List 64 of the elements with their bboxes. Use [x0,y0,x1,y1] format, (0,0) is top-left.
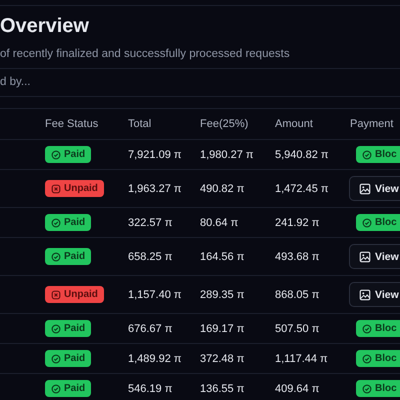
column-header: Fee Status [45,118,100,130]
check-circle-icon [362,354,372,364]
table-cell-text: 409.64 π [275,382,320,394]
image-icon [359,182,371,194]
status-badge: Paid [45,248,92,265]
table-cell-text: 372.48 π [200,352,246,364]
block-badge: Bloc [356,380,400,397]
table-cell-text: 1,117.44 π [275,352,329,364]
block-badge: Bloc [356,320,400,337]
status-badge: Unpaid [45,286,104,303]
check-circle-icon [362,384,372,394]
check-circle-icon [362,218,372,228]
column-header: Amount [275,118,314,130]
status-badge: Paid [45,320,92,337]
table-cell-text: 5,940.82 π [275,148,330,160]
table-cell-text: 136.55 π [200,382,246,394]
image-icon [359,288,371,300]
status-badge: Paid [45,214,92,231]
column-header: Payment [350,118,394,130]
page-title: Overview [0,14,90,38]
table-cell-text: 868.05 π [275,288,320,300]
check-circle-icon [51,252,61,262]
x-square-icon [51,184,61,194]
table-cell-text: 7,921.09 π [128,148,182,160]
block-badge: Bloc [356,350,400,367]
view-button[interactable]: View [349,176,400,201]
view-button[interactable]: View [349,282,400,307]
x-square-icon [51,290,61,300]
image-icon [359,250,371,262]
table-cell-text: 1,963.27 π [128,182,182,194]
table-cell-text: 1,472.45 π [275,182,330,194]
status-badge: Paid [45,350,92,367]
table-cell-text: 493.68 π [275,250,320,262]
table-cell-text: 490.82 π [200,182,246,194]
table-cell-text: 322.57 π [128,216,174,228]
status-badge: Unpaid [45,180,104,197]
block-badge: Bloc [356,214,400,231]
status-badge: Paid [45,146,92,163]
sort-dropdown[interactable]: d by... [0,69,400,96]
table-cell-text: 289.35 π [200,288,246,300]
page-subtitle: of recently finalized and successfully processed requests [0,48,291,60]
column-header: Fee(25%) [200,118,250,130]
check-circle-icon [362,324,372,334]
table-cell-text: 80.64 π [200,216,240,228]
table-cell-text: 1,980.27 π [200,148,254,160]
table-cell-text: 1,489.92 π [128,352,182,364]
table-cell-text: 546.19 π [128,382,174,394]
check-circle-icon [51,384,61,394]
table-cell-text: 164.56 π [200,250,246,262]
column-header: Total [128,118,152,130]
check-circle-icon [51,354,61,364]
table-cell-text: 1,157.40 π [128,288,182,300]
table-cell-text: 169.17 π [200,322,246,334]
check-circle-icon [362,150,372,160]
block-badge: Bloc [356,146,400,163]
check-circle-icon [51,218,61,228]
check-circle-icon [51,150,61,160]
status-badge: Paid [45,380,92,397]
table-cell-text: 241.92 π [275,216,320,228]
table-cell-text: 658.25 π [128,250,174,262]
view-button[interactable]: View [349,244,400,269]
check-circle-icon [51,324,61,334]
table-cell-text: 676.67 π [128,322,174,334]
table-cell-text: 507.50 π [275,322,320,334]
